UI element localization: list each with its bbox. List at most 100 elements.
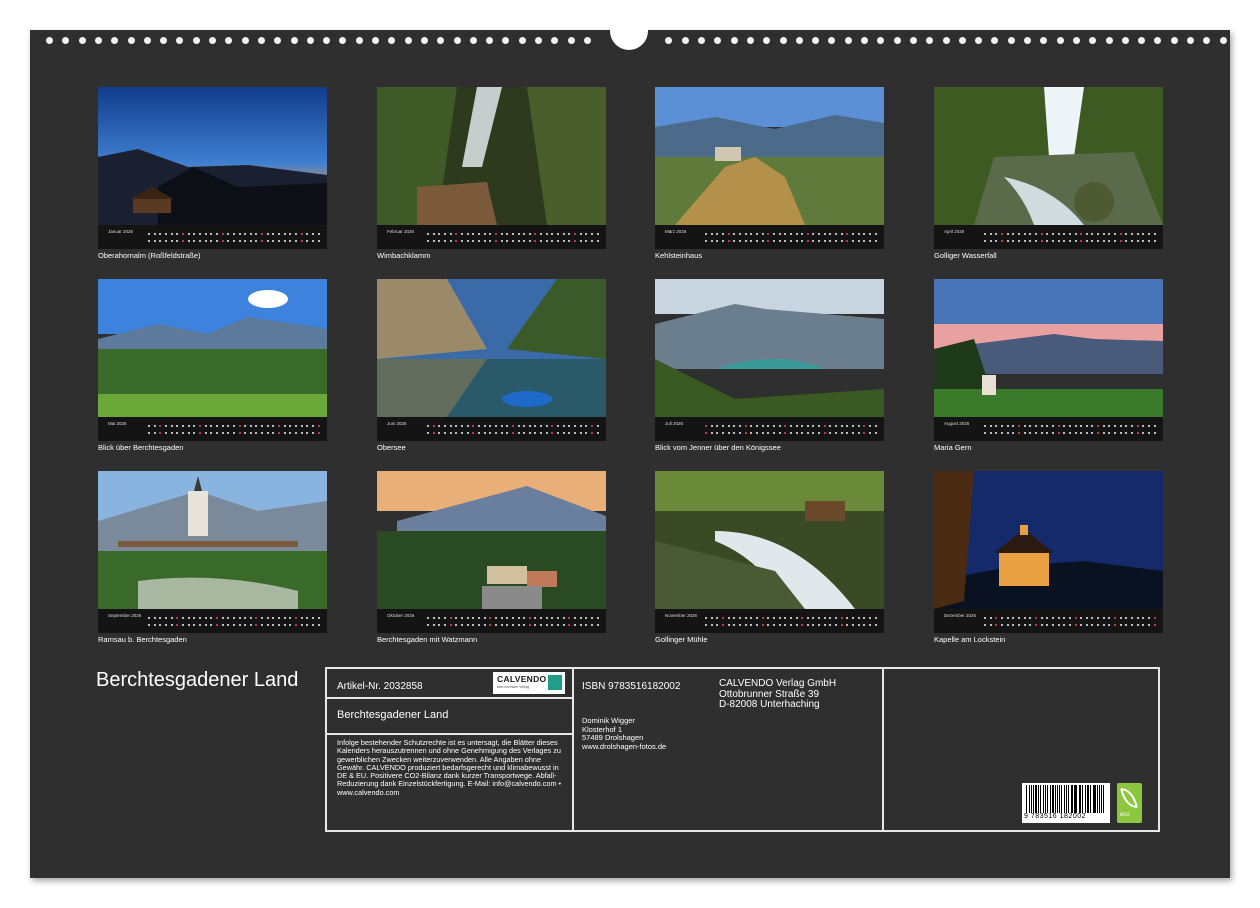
barcode-bar bbox=[1101, 785, 1102, 813]
day-cell bbox=[244, 617, 246, 626]
day-cell bbox=[450, 233, 452, 242]
day-cell bbox=[182, 617, 184, 626]
day-cell bbox=[597, 233, 599, 242]
eco-badge: eco bbox=[1117, 783, 1142, 823]
day-cell bbox=[767, 425, 769, 434]
day-cell bbox=[165, 233, 167, 242]
day-cell bbox=[255, 617, 257, 626]
month-label: Januar 2026 bbox=[108, 229, 133, 234]
month-photo bbox=[98, 87, 327, 225]
day-cell bbox=[501, 425, 503, 434]
binding-hole bbox=[1073, 37, 1080, 44]
day-cell bbox=[495, 425, 497, 434]
day-cell bbox=[990, 425, 992, 434]
day-cell bbox=[807, 233, 809, 242]
day-grid bbox=[984, 425, 1156, 435]
day-cell bbox=[1052, 617, 1054, 626]
day-cell bbox=[534, 233, 536, 242]
day-cell bbox=[306, 617, 308, 626]
month-label: November 2026 bbox=[665, 613, 697, 618]
day-cell bbox=[784, 425, 786, 434]
day-cell bbox=[1114, 425, 1116, 434]
binding-hole bbox=[160, 37, 167, 44]
day-cell bbox=[210, 425, 212, 434]
day-cell bbox=[193, 617, 195, 626]
day-cell bbox=[773, 617, 775, 626]
binding-hole bbox=[959, 37, 966, 44]
day-cell bbox=[154, 233, 156, 242]
barcode-bar bbox=[1082, 785, 1083, 813]
divider bbox=[572, 669, 574, 830]
eco-label: eco bbox=[1120, 812, 1130, 818]
calendar-strip: Mai 2026 bbox=[98, 417, 327, 441]
month-label: Oktober 2026 bbox=[387, 613, 414, 618]
day-cell bbox=[233, 233, 235, 242]
binding-hole bbox=[1203, 37, 1210, 44]
binding-hole bbox=[1008, 37, 1015, 44]
day-cell bbox=[750, 617, 752, 626]
binding-hole bbox=[519, 37, 526, 44]
barcode-bar bbox=[1066, 785, 1067, 813]
day-cell bbox=[518, 617, 520, 626]
day-cell bbox=[227, 233, 229, 242]
day-grid bbox=[427, 617, 599, 627]
month-caption: Blick vom Jenner über den Königssee bbox=[655, 443, 781, 452]
month-photo bbox=[377, 87, 606, 225]
day-cell bbox=[523, 617, 525, 626]
day-cell bbox=[1137, 233, 1139, 242]
calendar-strip: April 2026 bbox=[934, 225, 1163, 249]
day-cell bbox=[1018, 425, 1020, 434]
calendar-strip: Dezember 2026 bbox=[934, 609, 1163, 633]
day-cell bbox=[1058, 425, 1060, 434]
barcode-bar bbox=[1029, 785, 1030, 813]
day-cell bbox=[1058, 233, 1060, 242]
day-cell bbox=[1137, 617, 1139, 626]
day-cell bbox=[591, 425, 593, 434]
day-cell bbox=[1103, 425, 1105, 434]
day-cell bbox=[278, 617, 280, 626]
day-cell bbox=[818, 617, 820, 626]
binding-hole bbox=[437, 37, 444, 44]
calendar-strip: Juli 2026 bbox=[655, 417, 884, 441]
day-cell bbox=[790, 425, 792, 434]
day-cell bbox=[1080, 425, 1082, 434]
binding-hole bbox=[796, 37, 803, 44]
day-cell bbox=[1007, 617, 1009, 626]
day-cell bbox=[863, 233, 865, 242]
day-cell bbox=[762, 617, 764, 626]
author-website: www.drolshagen-fotos.de bbox=[582, 743, 666, 752]
day-cell bbox=[711, 233, 713, 242]
day-cell bbox=[318, 233, 320, 242]
day-cell bbox=[762, 233, 764, 242]
binding-hole bbox=[470, 37, 477, 44]
logo-tagline: kein normaler Verlag bbox=[497, 685, 529, 689]
day-cell bbox=[801, 233, 803, 242]
day-cell bbox=[472, 425, 474, 434]
day-cell bbox=[250, 233, 252, 242]
month-label: Dezember 2026 bbox=[944, 613, 976, 618]
day-grid bbox=[427, 425, 599, 435]
day-cell bbox=[722, 425, 724, 434]
day-cell bbox=[433, 425, 435, 434]
day-cell bbox=[501, 617, 503, 626]
day-cell bbox=[540, 617, 542, 626]
day-cell bbox=[1080, 617, 1082, 626]
binding-hole bbox=[372, 37, 379, 44]
day-cell bbox=[148, 617, 150, 626]
day-cell bbox=[193, 233, 195, 242]
day-cell bbox=[756, 617, 758, 626]
day-cell bbox=[1041, 617, 1043, 626]
binding-hole bbox=[763, 37, 770, 44]
day-cell bbox=[455, 233, 457, 242]
day-cell bbox=[222, 425, 224, 434]
day-cell bbox=[779, 617, 781, 626]
day-cell bbox=[1131, 617, 1133, 626]
day-cell bbox=[829, 617, 831, 626]
day-cell bbox=[852, 425, 854, 434]
day-cell bbox=[1041, 425, 1043, 434]
day-cell bbox=[846, 425, 848, 434]
binding-hole bbox=[46, 37, 53, 44]
binding-hole bbox=[421, 37, 428, 44]
month-photo bbox=[655, 279, 884, 417]
day-cell bbox=[461, 617, 463, 626]
